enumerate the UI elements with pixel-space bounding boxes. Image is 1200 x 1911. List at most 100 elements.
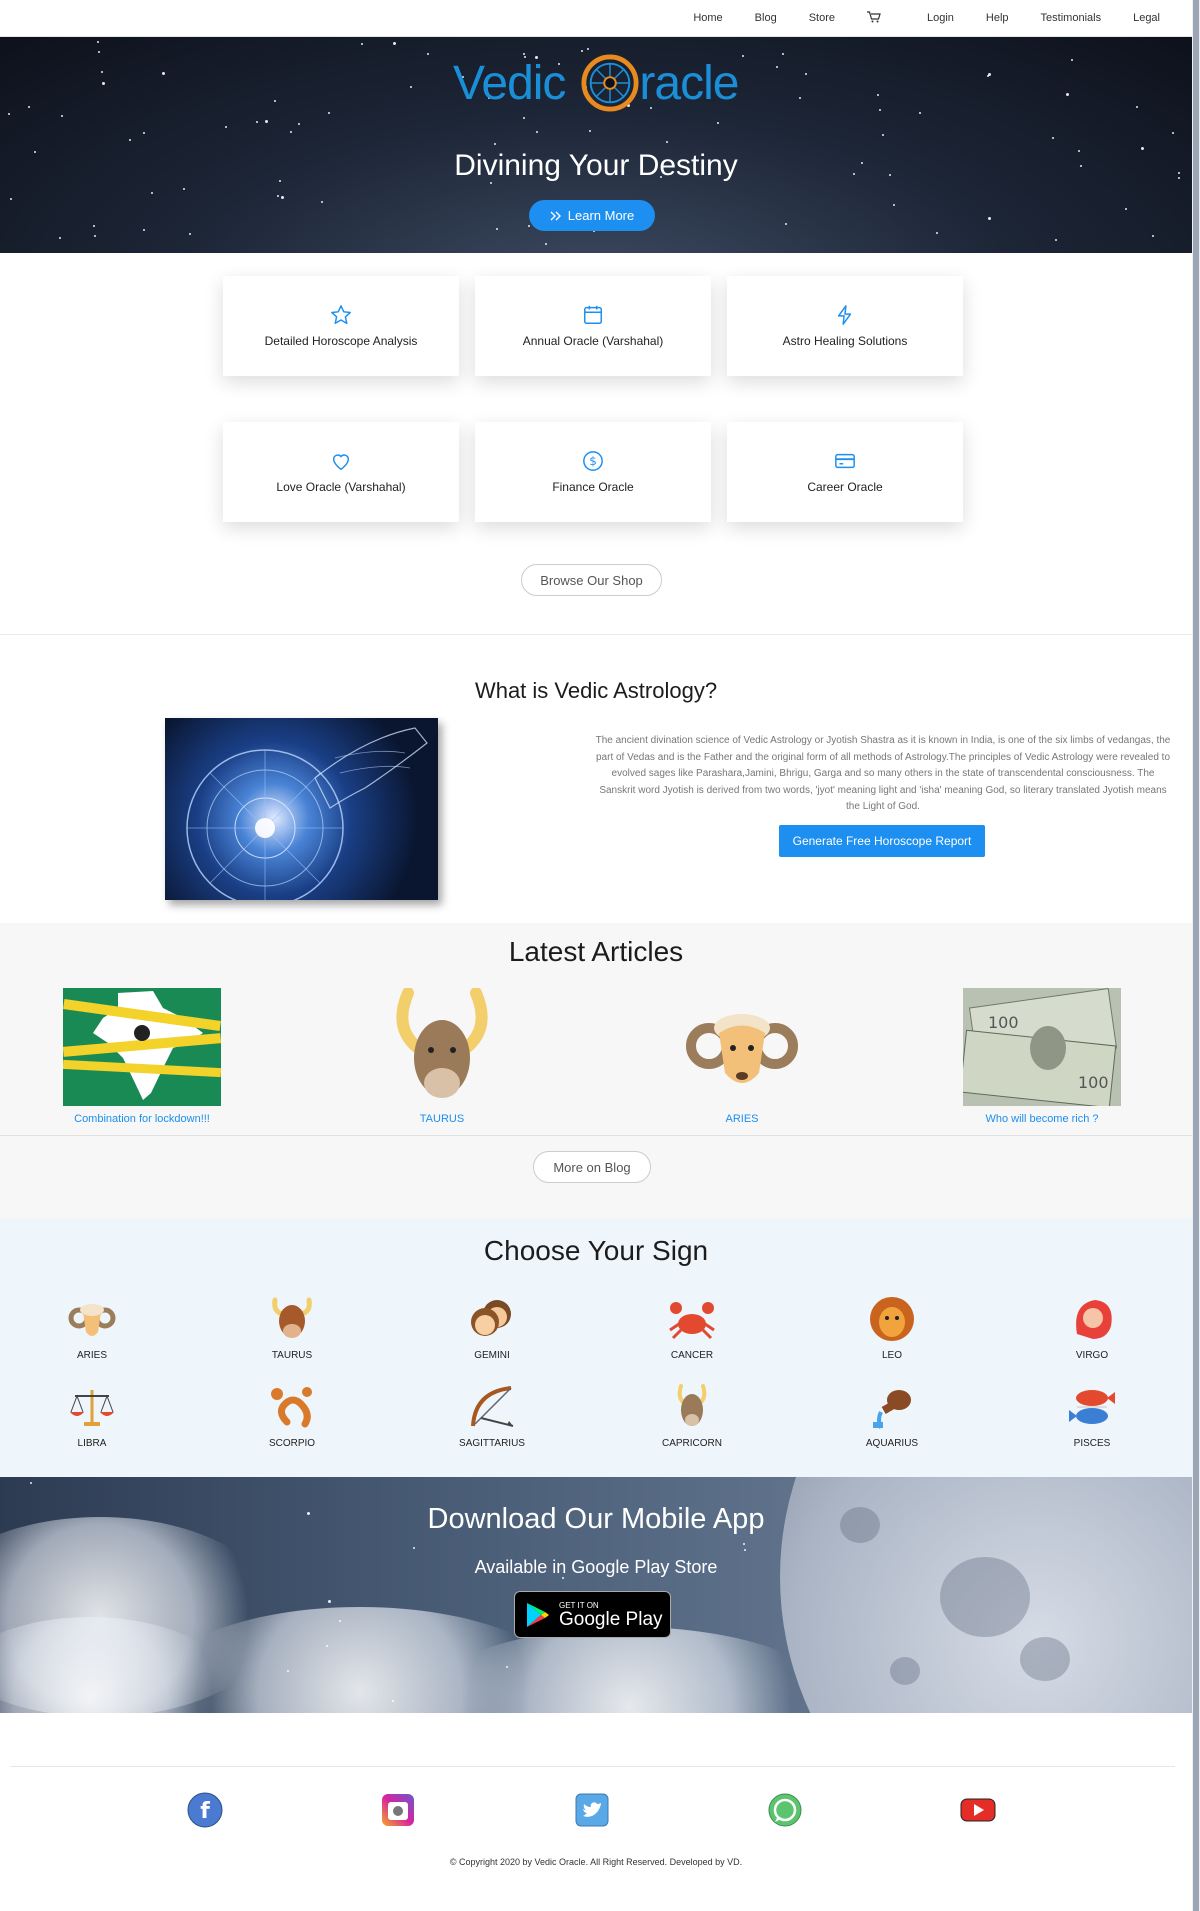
hero-banner: Vedic racle Divining Your Destiny Learn … <box>0 37 1192 253</box>
sign-label: LIBRA <box>77 1438 107 1449</box>
service-label: Astro Healing Solutions <box>782 334 908 348</box>
sign-aquarius[interactable]: AQUARIUS <box>837 1382 947 1449</box>
aries-icon <box>68 1304 116 1336</box>
nav-cart[interactable] <box>851 10 897 26</box>
sign-scorpio[interactable]: SCORPIO <box>237 1382 347 1449</box>
star-decoration <box>589 130 591 132</box>
service-label: Finance Oracle <box>552 480 634 494</box>
article-card-aries[interactable]: ARIES <box>663 988 821 1125</box>
sign-capricorn[interactable]: CAPRICORN <box>637 1382 747 1449</box>
star-decoration <box>1052 137 1054 139</box>
star-decoration <box>93 225 95 227</box>
article-link[interactable]: Combination for lockdown!!! <box>63 1113 221 1125</box>
sign-virgo[interactable]: VIRGO <box>1037 1294 1147 1361</box>
star-decoration <box>30 1482 32 1484</box>
instagram-icon[interactable] <box>380 1792 416 1828</box>
brand-logo[interactable]: Vedic racle <box>453 51 739 115</box>
star-decoration <box>879 109 881 111</box>
star-decoration <box>339 1620 341 1622</box>
sign-pisces[interactable]: PISCES <box>1037 1382 1147 1449</box>
sign-taurus[interactable]: TAURUS <box>237 1294 347 1361</box>
badge-big-text: Google Play <box>559 1608 663 1630</box>
star-decoration <box>94 235 96 237</box>
hero-title: Divining Your Destiny <box>454 149 738 182</box>
star-decoration <box>785 223 787 225</box>
nav-login[interactable]: Login <box>911 12 970 24</box>
article-link[interactable]: TAURUS <box>363 1113 521 1125</box>
sign-libra[interactable]: LIBRA <box>37 1382 147 1449</box>
google-play-badge[interactable]: GET IT ON Google Play <box>514 1591 671 1638</box>
star-decoration <box>877 94 879 96</box>
star-decoration <box>494 143 496 145</box>
virgo-icon <box>1076 1300 1112 1339</box>
cancer-icon <box>669 1302 715 1340</box>
browse-shop-button[interactable]: Browse Our Shop <box>521 564 662 596</box>
star-decoration <box>893 204 895 206</box>
nav-blog[interactable]: Blog <box>739 12 793 24</box>
star-decoration <box>782 53 784 55</box>
svg-text:$: $ <box>589 454 597 468</box>
svg-text:f: f <box>200 1799 210 1824</box>
scrollbar-thumb[interactable] <box>1193 0 1199 1911</box>
star-decoration <box>61 115 63 117</box>
sign-leo[interactable]: LEO <box>837 1294 947 1361</box>
star-decoration <box>328 112 330 114</box>
service-card-finance[interactable]: $ Finance Oracle <box>475 422 711 522</box>
nav-store[interactable]: Store <box>793 12 851 24</box>
service-card-horoscope[interactable]: Detailed Horoscope Analysis <box>223 276 459 376</box>
sign-label: AQUARIUS <box>865 1438 919 1449</box>
page-scrollbar[interactable] <box>1192 0 1200 1911</box>
nav-legal[interactable]: Legal <box>1117 12 1176 24</box>
nav-help[interactable]: Help <box>970 12 1025 24</box>
twitter-icon[interactable] <box>574 1792 610 1828</box>
star-decoration <box>427 53 429 55</box>
sign-cancer[interactable]: CANCER <box>637 1294 747 1361</box>
star-decoration <box>101 71 103 73</box>
youtube-icon[interactable] <box>960 1792 996 1828</box>
star-decoration <box>742 55 744 57</box>
star-decoration <box>666 141 668 143</box>
star-decoration <box>129 139 131 141</box>
about-paragraph: The ancient divination science of Vedic … <box>595 735 1171 812</box>
star-decoration <box>536 131 538 133</box>
service-card-annual[interactable]: Annual Oracle (Varshahal) <box>475 276 711 376</box>
pisces-icon <box>1069 1390 1115 1424</box>
sign-label: SAGITTARIUS <box>459 1438 525 1449</box>
more-on-blog-button[interactable]: More on Blog <box>533 1151 651 1183</box>
taurus-icon <box>396 987 488 1098</box>
article-link[interactable]: Who will become rich ? <box>963 1113 1121 1125</box>
star-decoration <box>1172 132 1174 134</box>
service-card-love[interactable]: Love Oracle (Varshahal) <box>223 422 459 522</box>
star-decoration <box>410 86 412 88</box>
article-card-rich[interactable]: 100 100 Who will become rich ? <box>959 987 1121 1125</box>
star-decoration <box>8 113 10 115</box>
star-decoration <box>10 198 12 200</box>
learn-more-button[interactable]: Learn More <box>529 200 655 231</box>
article-card-lockdown[interactable]: Combination for lockdown!!! <box>62 988 222 1125</box>
signs-title: Choose Your Sign <box>483 1235 709 1266</box>
nav-home[interactable]: Home <box>677 12 738 24</box>
article-card-taurus[interactable]: TAURUS <box>363 987 521 1125</box>
whatsapp-icon[interactable] <box>767 1792 803 1828</box>
star-decoration <box>936 232 938 234</box>
star-decoration <box>1136 106 1138 108</box>
service-card-healing[interactable]: Astro Healing Solutions <box>727 276 963 376</box>
sign-aries[interactable]: ARIES <box>37 1294 147 1361</box>
sign-gemini[interactable]: GEMINI <box>437 1294 547 1361</box>
service-label: Detailed Horoscope Analysis <box>264 334 418 348</box>
calendar-icon <box>584 305 602 324</box>
service-card-career[interactable]: Career Oracle <box>727 422 963 522</box>
sagittarius-icon <box>471 1386 514 1427</box>
sign-sagittarius[interactable]: SAGITTARIUS <box>437 1382 547 1449</box>
sign-label: SCORPIO <box>268 1438 316 1449</box>
top-navbar: Home Blog Store Login Help Testimonials … <box>0 0 1192 37</box>
star-decoration <box>987 75 989 77</box>
star-decoration <box>287 1670 289 1672</box>
star-decoration <box>183 188 185 190</box>
star-decoration <box>496 228 498 230</box>
generate-horoscope-button[interactable]: Generate Free Horoscope Report <box>779 825 985 857</box>
nav-testimonials[interactable]: Testimonials <box>1025 12 1118 24</box>
sign-label: ARIES <box>76 1350 107 1361</box>
facebook-icon[interactable]: f <box>187 1792 223 1828</box>
article-link[interactable]: ARIES <box>663 1113 821 1125</box>
